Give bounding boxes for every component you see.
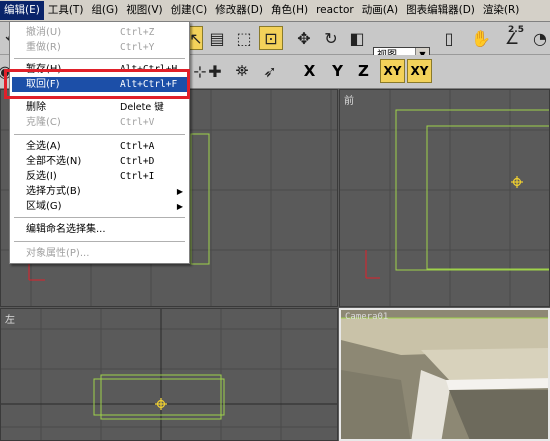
select-move-icon[interactable]: ✥ [292, 26, 316, 50]
viewport-front-grid [340, 90, 549, 306]
crosshair-icon[interactable]: ✚ [203, 59, 227, 83]
rectangle-selection-icon[interactable]: ⬚ [232, 26, 256, 50]
pivot-icon [511, 176, 523, 188]
window-crossing-icon[interactable]: ⊡ [259, 26, 283, 50]
wireframe-box-front-inner [426, 125, 549, 270]
menu-bar: 编辑(E) 工具(T) 组(G) 视图(V) 创建(C) 修改器(D) 角色(H… [0, 0, 550, 22]
snap-toggle-icon[interactable]: 2.5 ∠ [500, 25, 524, 50]
menu-separator [14, 134, 185, 135]
viewport-label-front[interactable]: 前 [344, 92, 354, 107]
viewport-front[interactable]: 前 [339, 89, 550, 307]
menu-reactor[interactable]: reactor [312, 1, 358, 20]
bind-icon[interactable]: ⛯ [230, 59, 254, 83]
select-rotate-icon[interactable]: ↻ [319, 26, 343, 50]
menu-item-select-by[interactable]: 选择方式(B) ▶ [12, 184, 187, 199]
menu-animation[interactable]: 动画(A) [358, 1, 402, 20]
menu-item-delete[interactable]: 删除 Delete 键 [12, 100, 187, 115]
menu-item-select-none[interactable]: 全部不选(N) Ctrl+D [12, 154, 187, 169]
axis-y-button[interactable]: Y [325, 59, 350, 83]
submenu-arrow-icon: ▶ [176, 202, 183, 211]
axis-x-button[interactable]: X [297, 59, 322, 83]
menu-views[interactable]: 视图(V) [122, 1, 166, 20]
menu-character[interactable]: 角色(H) [267, 1, 312, 20]
menu-item-clone[interactable]: 克隆(C) Ctrl+V [12, 115, 187, 130]
pivot-center-icon[interactable]: ▯ [437, 26, 461, 50]
viewport-left-grid [1, 309, 337, 440]
viewport-label-camera[interactable]: Camera01 [345, 312, 388, 322]
pointer-icon[interactable]: ➶ [258, 59, 282, 83]
menu-item-redo[interactable]: 重做(R) Ctrl+Y [12, 40, 187, 55]
axis-z-button[interactable]: Z [351, 59, 376, 83]
angle-snap-icon[interactable]: ◔ [528, 26, 550, 50]
menu-separator [14, 58, 185, 59]
menu-edit[interactable]: 编辑(E) [0, 1, 44, 20]
viewport-left[interactable]: 左 [0, 308, 338, 441]
pivot-icon-left [155, 398, 167, 410]
camera-render [341, 310, 548, 439]
menu-item-edit-named-selections[interactable]: 编辑命名选择集... [12, 222, 187, 237]
menu-separator [14, 217, 185, 218]
wireframe-box-left [93, 378, 225, 416]
highlight-callout [4, 69, 190, 99]
menu-tools[interactable]: 工具(T) [44, 1, 88, 20]
menu-separator [14, 241, 185, 242]
axis-plane-flyout-button[interactable]: XY [407, 59, 432, 83]
menu-item-select-all[interactable]: 全选(A) Ctrl+A [12, 139, 187, 154]
edit-menu-dropdown: 撤消(U) Ctrl+Z 重做(R) Ctrl+Y 暂存(H) Alt+Ctrl… [9, 21, 190, 264]
menu-modifiers[interactable]: 修改器(D) [211, 1, 267, 20]
wireframe-box [190, 133, 210, 265]
select-object-icon[interactable]: ↖ [189, 26, 203, 50]
viewport-label-left[interactable]: 左 [5, 311, 15, 326]
axis-xy-button[interactable]: XY [380, 59, 405, 83]
menu-graph-editors[interactable]: 图表编辑器(D) [402, 1, 479, 20]
select-scale-icon[interactable]: ◧ [345, 26, 369, 50]
menu-item-undo[interactable]: 撤消(U) Ctrl+Z [12, 25, 187, 40]
submenu-arrow-icon: ▶ [176, 187, 183, 196]
menu-item-select-invert[interactable]: 反选(I) Ctrl+I [12, 169, 187, 184]
menu-rendering[interactable]: 渲染(R) [479, 1, 524, 20]
viewport-camera[interactable]: Camera01 [339, 308, 550, 441]
menu-item-region[interactable]: 区域(G) ▶ [12, 199, 187, 214]
select-by-name-icon[interactable]: ▤ [205, 26, 229, 50]
menu-group[interactable]: 组(G) [87, 1, 122, 20]
select-manipulate-icon[interactable]: ✋ [469, 26, 493, 50]
menu-create[interactable]: 创建(C) [167, 1, 212, 20]
menu-item-object-properties[interactable]: 对象属性(P)... [12, 246, 187, 261]
